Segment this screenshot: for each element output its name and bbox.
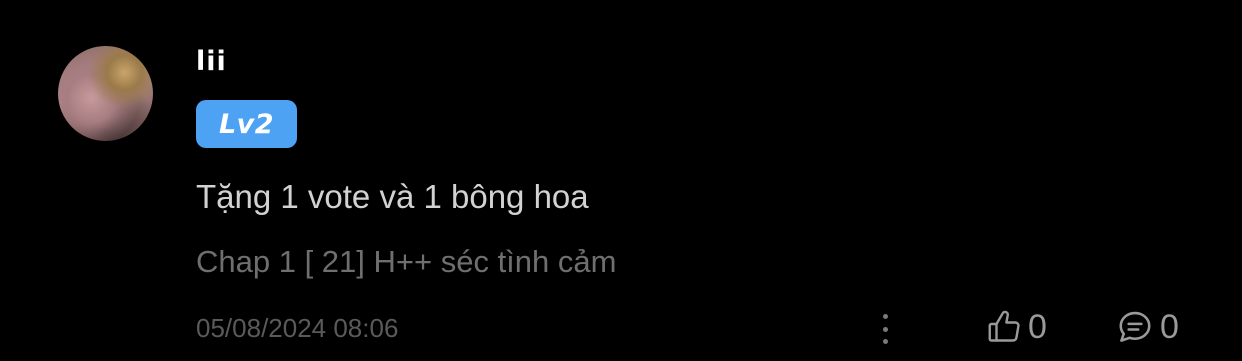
level-badge-label: Lv2 [218, 108, 275, 140]
more-dot [882, 339, 888, 344]
more-dot [882, 326, 888, 332]
username[interactable]: lii [196, 44, 227, 80]
comment-text: Tặng 1 vote và 1 bông hoa [196, 178, 589, 215]
comment-timestamp: 05/08/2024 08:06 [196, 313, 399, 343]
like-button[interactable]: 0 [986, 306, 1047, 348]
reply-count: 0 [1160, 308, 1179, 346]
comment-item: lii Lv2 Tặng 1 vote và 1 bông hoa Chap 1… [0, 0, 1242, 361]
comment-bubble-icon [1119, 311, 1151, 342]
level-badge: Lv2 [196, 100, 297, 148]
avatar[interactable] [58, 46, 153, 141]
more-options-button[interactable] [870, 310, 900, 348]
reply-button[interactable]: 0 [1116, 306, 1179, 348]
chapter-link[interactable]: Chap 1 [ 21] H++ séc tình cảm [196, 242, 616, 282]
thumbs-up-icon [988, 310, 1020, 342]
like-count: 0 [1028, 308, 1047, 346]
more-vertical-icon [882, 314, 888, 319]
